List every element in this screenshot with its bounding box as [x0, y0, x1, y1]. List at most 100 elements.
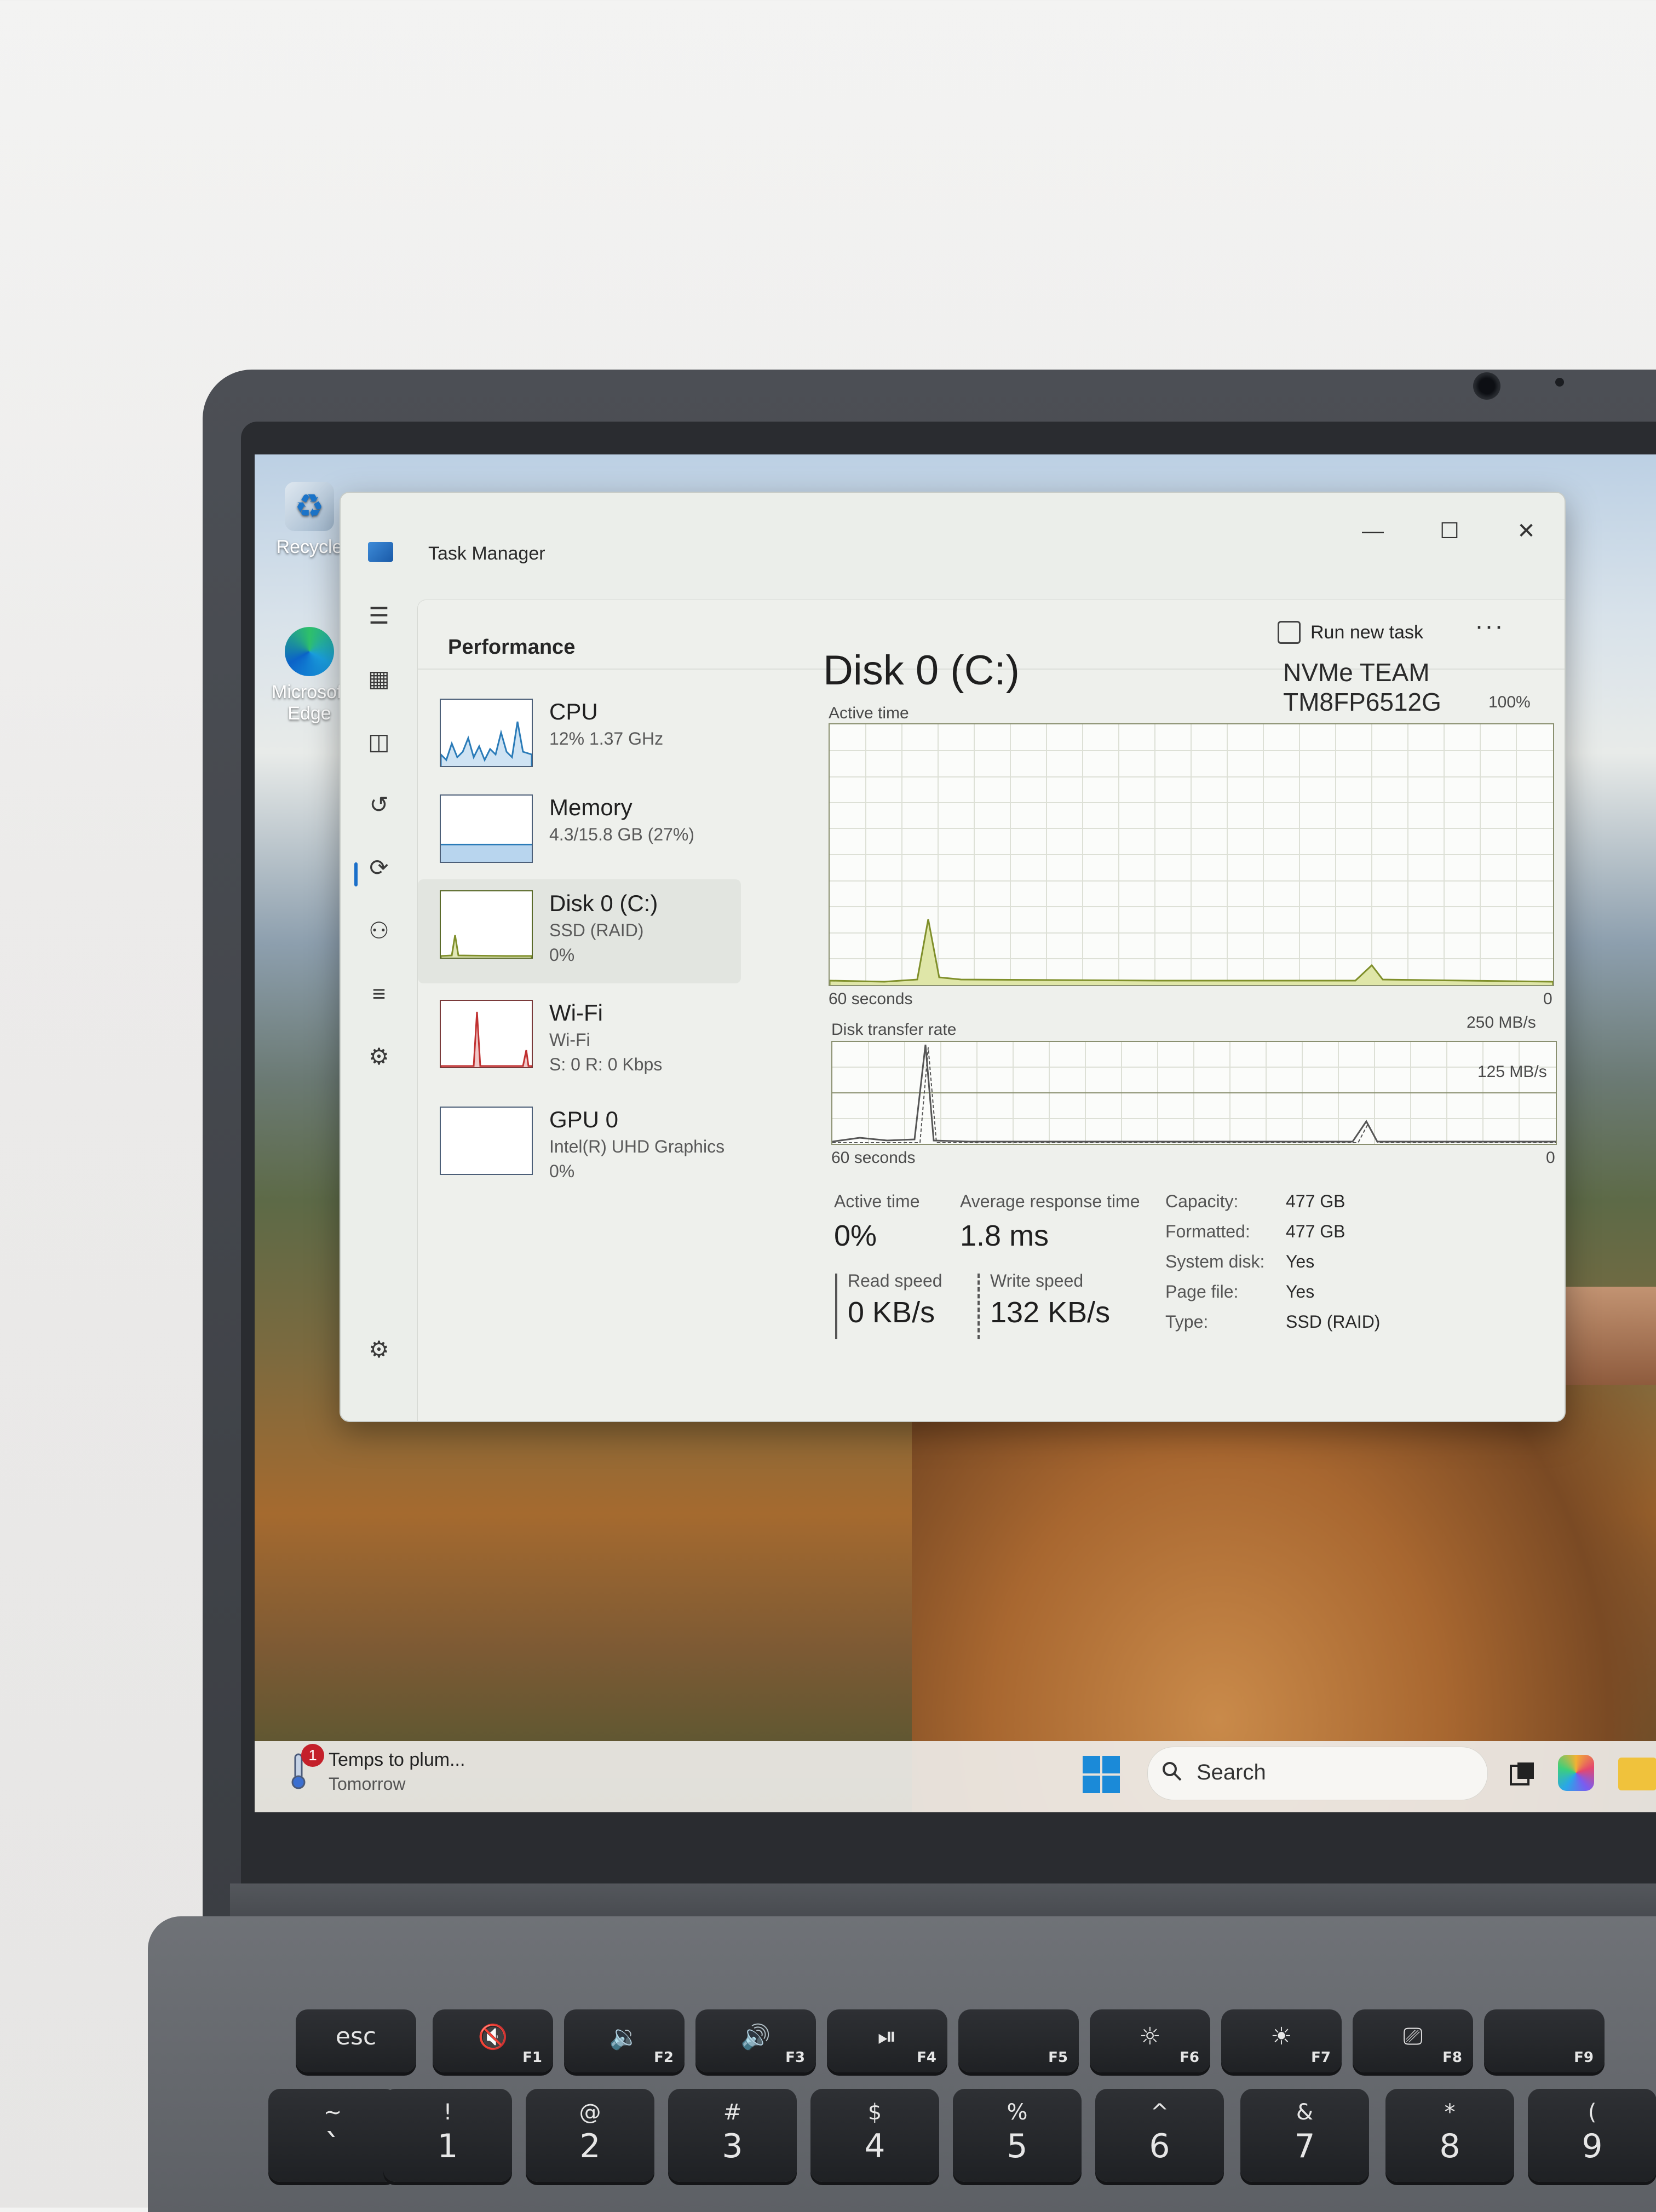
close-button[interactable]: ✕ — [1504, 515, 1548, 548]
key-num-3[interactable]: #3 — [668, 2089, 797, 2182]
type-label: Type: — [1165, 1312, 1209, 1332]
windows-start-icon[interactable] — [1082, 1755, 1121, 1794]
key-label: ☀ — [1270, 2023, 1292, 2050]
transfer-rate-chart-mid: 125 MB/s — [1477, 1063, 1547, 1081]
key-shift-label: ! — [443, 2100, 452, 2125]
resource-name: GPU 0 — [549, 1107, 619, 1132]
run-new-task-icon[interactable] — [1278, 621, 1301, 644]
capacity-label: Capacity: — [1165, 1191, 1239, 1211]
notification-badge: 1 — [301, 1744, 324, 1767]
maximize-button[interactable]: ☐ — [1428, 515, 1471, 548]
key-fn-0[interactable]: esc — [296, 2009, 416, 2072]
key-shift-label: @ — [579, 2100, 601, 2125]
resource-item-memory[interactable]: Memory 4.3/15.8 GB (27%) — [418, 784, 741, 888]
key-label: 7 — [1294, 2127, 1315, 2165]
settings-gear-icon[interactable]: ⚙ — [363, 1333, 395, 1366]
key-label: 🔉 — [609, 2023, 640, 2051]
startup-apps-icon[interactable]: ⟳ — [363, 851, 395, 884]
key-num-4[interactable]: $4 — [810, 2089, 939, 2182]
key-label: 9 — [1582, 2127, 1603, 2165]
resource-detail: 4.3/15.8 GB (27%) — [549, 825, 695, 844]
selected-nav-indicator — [354, 862, 358, 886]
key-fn-9[interactable]: F9 — [1484, 2009, 1605, 2072]
active-time-chart — [829, 723, 1554, 986]
capacity-value: 477 GB — [1286, 1191, 1346, 1211]
active-time-stat-value: 0% — [834, 1219, 877, 1252]
transfer-rate-chart — [831, 1041, 1557, 1145]
disk-title: Disk 0 (C:) — [823, 647, 1020, 694]
key-label: 2 — [579, 2127, 601, 2165]
resource-item-disk0[interactable]: Disk 0 (C:) SSD (RAID) 0% — [418, 879, 741, 983]
transfer-rate-graph — [832, 1042, 1556, 1144]
processes-icon[interactable]: ▦ — [363, 663, 395, 695]
resource-item-cpu[interactable]: CPU 12% 1.37 GHz — [418, 688, 741, 792]
key-label: 8 — [1439, 2127, 1461, 2165]
key-fn-label: F1 — [522, 2049, 542, 2066]
key-shift-label: ~ — [323, 2100, 342, 2125]
resource-usage: S: 0 R: 0 Kbps — [549, 1055, 663, 1074]
search-icon — [1163, 1762, 1182, 1781]
key-num-9[interactable]: (9 — [1528, 2089, 1656, 2182]
cpu-thumbnail-graph — [440, 699, 533, 767]
write-speed-label: Write speed — [990, 1271, 1084, 1291]
weather-widget-title[interactable]: Temps to plum... — [329, 1749, 465, 1771]
more-options-button[interactable]: ··· — [1475, 611, 1504, 641]
active-time-chart-max: 100% — [1488, 693, 1531, 711]
resource-item-wifi[interactable]: Wi-Fi Wi-Fi S: 0 R: 0 Kbps — [418, 989, 741, 1093]
key-fn-5[interactable]: F5 — [958, 2009, 1079, 2072]
read-speed-value: 0 KB/s — [848, 1296, 935, 1329]
key-fn-8[interactable]: ⎚ F8 — [1353, 2009, 1473, 2072]
file-explorer-icon[interactable] — [1618, 1758, 1656, 1790]
weather-widget-subtitle[interactable]: Tomorrow — [329, 1774, 405, 1794]
window-title: Task Manager — [428, 543, 545, 564]
key-shift-label: $ — [867, 2100, 882, 2125]
key-num-8[interactable]: * 8 — [1385, 2089, 1514, 2182]
key-fn-6[interactable]: ☼ F6 — [1090, 2009, 1210, 2072]
key-shift-label: & — [1296, 2100, 1314, 2125]
copilot-icon[interactable] — [1558, 1755, 1594, 1791]
hamburger-menu-icon[interactable]: ☰ — [363, 600, 395, 632]
key-fn-label: F4 — [917, 2049, 936, 2066]
write-speed-value: 132 KB/s — [990, 1296, 1111, 1329]
run-new-task-button[interactable]: Run new task — [1310, 622, 1423, 643]
key-fn-label: F7 — [1311, 2049, 1331, 2066]
details-icon[interactable]: ≡ — [363, 977, 395, 1010]
search-placeholder: Search — [1197, 1760, 1266, 1784]
key-fn-2[interactable]: 🔉 F2 — [564, 2009, 685, 2072]
resource-name: Disk 0 (C:) — [549, 890, 658, 916]
page-file-value: Yes — [1286, 1282, 1315, 1301]
key-fn-7[interactable]: ☀ F7 — [1221, 2009, 1342, 2072]
key-fn-4[interactable]: ⏯ F4 — [827, 2009, 947, 2072]
key-fn-label: F2 — [654, 2049, 674, 2066]
resource-detail: SSD (RAID) — [549, 920, 644, 940]
key-fn-label: F6 — [1180, 2049, 1199, 2066]
task-view-icon[interactable] — [1509, 1760, 1536, 1788]
key-fn-label: F9 — [1574, 2049, 1594, 2066]
active-time-graph — [829, 724, 1554, 985]
key-num-1[interactable]: ! 1 — [383, 2089, 512, 2182]
key-fn-3[interactable]: 🔊 F3 — [695, 2009, 816, 2072]
edge-icon — [285, 627, 334, 676]
users-icon[interactable]: ⚇ — [363, 914, 395, 947]
key-label: 6 — [1149, 2127, 1170, 2165]
active-time-chart-label: Active time — [829, 704, 909, 722]
write-speed-indicator — [978, 1274, 980, 1339]
key-fn-1[interactable]: 🔇 F1 — [433, 2009, 553, 2072]
key-fn-label: F8 — [1442, 2049, 1462, 2066]
minimize-button[interactable]: — — [1351, 515, 1395, 548]
key-shift-label: * — [1444, 2100, 1456, 2125]
resource-item-gpu0[interactable]: GPU 0 Intel(R) UHD Graphics 0% — [418, 1096, 741, 1200]
performance-icon[interactable]: ◫ — [363, 725, 395, 758]
avg-response-stat-value: 1.8 ms — [960, 1219, 1049, 1252]
key-num-5[interactable]: % 5 — [953, 2089, 1082, 2182]
active-time-chart-min: 0 — [1543, 990, 1553, 1008]
wifi-thumbnail-graph — [440, 1000, 533, 1068]
services-icon[interactable]: ⚙ — [363, 1040, 395, 1073]
key-shift-label: ( — [1588, 2100, 1597, 2125]
key-label: 🔊 — [740, 2023, 771, 2051]
key-num-6[interactable]: ^ 6 — [1095, 2089, 1224, 2182]
key-num-7[interactable]: & 7 — [1240, 2089, 1369, 2182]
key-num-0[interactable]: ~ ` — [268, 2089, 397, 2182]
key-num-2[interactable]: @2 — [526, 2089, 654, 2182]
app-history-icon[interactable]: ↺ — [363, 788, 395, 821]
